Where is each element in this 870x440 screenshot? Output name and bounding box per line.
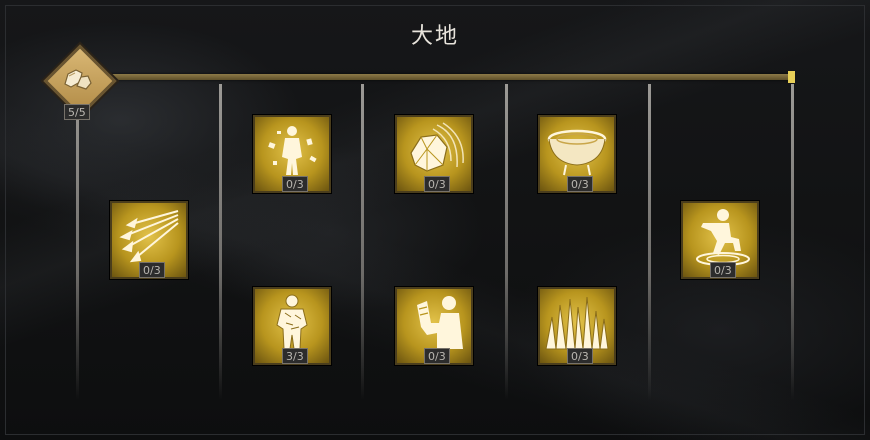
tree-branch-line (648, 84, 651, 400)
progress-track-end (788, 71, 795, 83)
skill-rank-badge: 3/3 (282, 348, 308, 364)
skill-rank-badge: 0/3 (567, 176, 593, 192)
tree-branch-line (219, 84, 222, 400)
tree-branch-line (76, 84, 79, 400)
skill-node-shattering-warrior[interactable]: 0/3 (253, 115, 331, 193)
skill-node-earth-stomp[interactable]: 0/3 (681, 201, 759, 279)
skill-node-flexing-arm[interactable]: 0/3 (395, 287, 473, 365)
tree-branch-line (505, 84, 508, 400)
progress-track (108, 74, 792, 80)
skill-rank-badge: 0/3 (424, 176, 450, 192)
skill-rank-badge: 5/5 (64, 104, 90, 120)
skill-node-spear-volley[interactable]: 0/3 (110, 201, 188, 279)
skill-node-stone-spikes[interactable]: 0/3 (538, 287, 616, 365)
tree-branch-line (361, 84, 364, 400)
tree-title: 大地 (410, 24, 459, 49)
skill-rank-badge: 0/3 (139, 262, 165, 278)
skill-node-stone-golem[interactable]: 3/3 (253, 287, 331, 365)
root-skill-node[interactable]: 5/5 (43, 44, 117, 120)
tree-branch-line (791, 84, 794, 400)
boulder-icon (64, 69, 92, 90)
skill-tree-panel: 大地 5/5 0/3 0/3 3/3 0/3 0/3 0/3 0/3 0/3 (0, 0, 870, 440)
skill-rank-badge: 0/3 (424, 348, 450, 364)
skill-rank-badge: 0/3 (567, 348, 593, 364)
skill-node-hurled-boulder[interactable]: 0/3 (395, 115, 473, 193)
skill-rank-badge: 0/3 (282, 176, 308, 192)
skill-rank-badge: 0/3 (710, 262, 736, 278)
skill-node-earthen-bowl[interactable]: 0/3 (538, 115, 616, 193)
